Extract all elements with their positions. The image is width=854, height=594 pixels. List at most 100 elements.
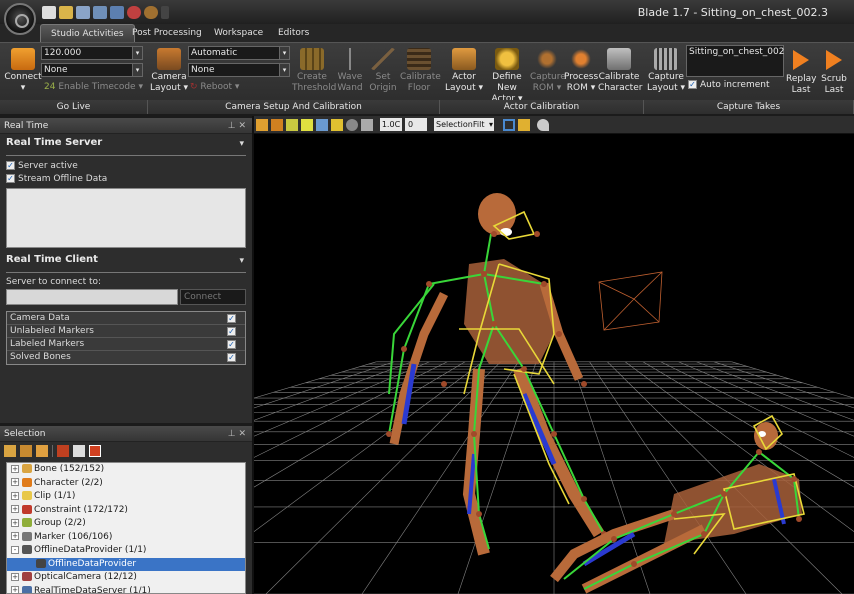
replay-last-button[interactable]: Replay Last [786,48,816,96]
tree-view-icon[interactable] [89,445,101,457]
expand-icon[interactable]: + [11,464,19,473]
frame-value-field[interactable]: 0 [405,118,427,131]
tree-item[interactable]: + RealTimeDataServer (1/1) [7,585,245,593]
3d-viewport[interactable] [254,134,854,594]
light-tool-icon[interactable] [361,118,373,131]
scrub-last-button[interactable]: Scrub Last [818,48,850,96]
undo-icon[interactable] [127,5,141,19]
auto-increment-checkbox[interactable]: ✓ Auto increment [688,80,770,90]
frame-tool-icon[interactable] [316,118,328,131]
define-new-actor-button[interactable]: Define New Actor ▾ [484,48,530,105]
reboot-button[interactable]: ↻ Reboot ▾ [190,82,250,93]
server-active-checkbox[interactable]: ✓ Server active [6,160,246,173]
export-icon[interactable] [110,5,124,19]
actor-standing[interactable] [386,193,607,556]
checkmark-icon[interactable]: ✓ [227,353,236,362]
chevron-down-icon[interactable]: ▾ [279,64,289,76]
expand-icon[interactable]: + [11,491,19,500]
stream-item-camera-data[interactable]: Camera Data ✓ [7,312,245,325]
rate-field[interactable]: 120.000 ▾ [41,46,143,60]
server-log-box[interactable] [6,188,246,248]
checkmark-icon[interactable]: ✓ [227,340,236,349]
select-hierarchy-icon[interactable] [4,445,16,457]
expand-icon[interactable]: + [11,505,19,513]
connect-dropdown-icon[interactable]: ▾ [4,83,42,94]
stream-item-unlabeled-markers[interactable]: Unlabeled Markers ✓ [7,325,245,338]
camera-filter-field[interactable]: None ▾ [188,63,290,77]
calibrate-character-button[interactable]: Calibrate Character [598,48,642,94]
server-section-header[interactable]: Real Time Server ▾ [0,137,252,155]
checkmark-icon[interactable]: ✓ [227,327,236,336]
pin-icon[interactable]: ⊥ [228,121,236,131]
group-tool-icon[interactable] [331,118,343,131]
connect-button[interactable]: Connect ▾ [4,48,42,94]
list-view-icon[interactable] [57,445,69,457]
tree-item[interactable]: + Constraint (172/172) [7,504,245,518]
tab-post-processing[interactable]: Post Processing [122,24,212,42]
select-tree-icon[interactable] [20,445,32,457]
stream-item-labeled-markers[interactable]: Labeled Markers ✓ [7,338,245,351]
zoom-value-field[interactable]: 1.0C [380,118,402,131]
tab-studio-activities[interactable]: Studio Activities [40,24,135,42]
tab-workspace[interactable]: Workspace [204,24,273,42]
tree-item[interactable]: + Character (2/2) [7,477,245,491]
open-file-icon[interactable] [59,5,73,19]
move-tool-icon[interactable] [271,118,283,131]
chevron-down-icon[interactable]: ▾ [132,64,142,76]
take-name-input[interactable]: Sitting_on_chest_002 [686,45,784,77]
stream-offline-checkbox[interactable]: ✓ Stream Offline Data [6,173,246,186]
connect-button-client[interactable]: Connect [180,289,246,305]
save-all-icon[interactable] [93,5,107,19]
actor-layout-button[interactable]: Actor Layout ▾ [444,48,484,94]
client-section-header[interactable]: Real Time Client ▾ [0,254,252,272]
lock-icon[interactable] [518,118,530,131]
sync-source-field[interactable]: None ▾ [41,63,143,77]
selection-filter-dropdown[interactable]: SelectionFilt ▾ [434,118,494,131]
tree-item[interactable]: + Group (2/2) [7,517,245,531]
tree-item[interactable]: + OpticalCamera (12/12) [7,571,245,585]
capture-layout-button[interactable]: Capture Layout ▾ [646,48,686,94]
calibrate-floor-button[interactable]: Calibrate Floor [400,48,441,94]
expand-icon[interactable]: + [11,518,19,527]
redo-icon[interactable] [144,5,158,19]
wave-wand-button[interactable]: Wave Wand [334,48,366,94]
close-icon[interactable]: ✕ [238,429,246,439]
select-filter-icon[interactable] [36,445,48,457]
server-address-input[interactable] [6,289,178,305]
collapse-icon[interactable]: ▾ [239,139,244,149]
select-tool-icon[interactable] [256,118,268,131]
save-icon[interactable] [76,5,90,19]
expand-icon[interactable]: + [11,532,19,540]
tree-item[interactable]: - OfflineDataProvider (1/1) [7,544,245,558]
checkmark-icon[interactable]: ✓ [227,314,236,323]
set-origin-button[interactable]: Set Origin [368,48,398,94]
expand-icon[interactable]: + [11,586,19,593]
camera-mode-field[interactable]: Automatic ▾ [188,46,290,60]
zoom-tool-icon[interactable] [301,118,313,131]
enable-timecode-button[interactable]: 24 Enable Timecode ▾ [44,82,144,93]
chevron-down-icon[interactable]: ▾ [279,47,289,59]
actor-lying[interactable] [550,414,805,594]
details-view-icon[interactable] [73,445,85,457]
close-icon[interactable]: ✕ [238,121,246,131]
chevron-down-icon[interactable]: ▾ [132,47,142,59]
collapse-icon[interactable]: ▾ [239,256,244,266]
customize-menu-icon[interactable] [161,5,169,19]
stream-item-solved-bones[interactable]: Solved Bones ✓ [7,351,245,364]
tree-item[interactable]: + Marker (106/106) [7,531,245,545]
camera-layout-button[interactable]: Camera Layout ▾ [150,48,188,94]
collapse-icon[interactable]: - [11,545,19,554]
process-rom-button[interactable]: Process ROM ▾ [564,48,598,94]
rotate-tool-icon[interactable] [286,118,298,131]
tree-item[interactable]: + Bone (152/152) [7,463,245,477]
expand-icon[interactable]: + [11,572,19,581]
pin-icon[interactable]: ⊥ [228,429,236,439]
sphere-tool-icon[interactable] [346,118,358,131]
pick-tool-icon[interactable] [537,118,549,131]
tree-item[interactable]: OfflineDataProvider [7,557,245,571]
tree-item[interactable]: + Clip (1/1) [7,490,245,504]
expand-icon[interactable]: + [11,478,19,486]
create-threshold-button[interactable]: Create Threshold [292,48,336,94]
capture-rom-button[interactable]: Capture ROM ▾ [530,48,566,94]
new-file-icon[interactable] [42,5,56,19]
